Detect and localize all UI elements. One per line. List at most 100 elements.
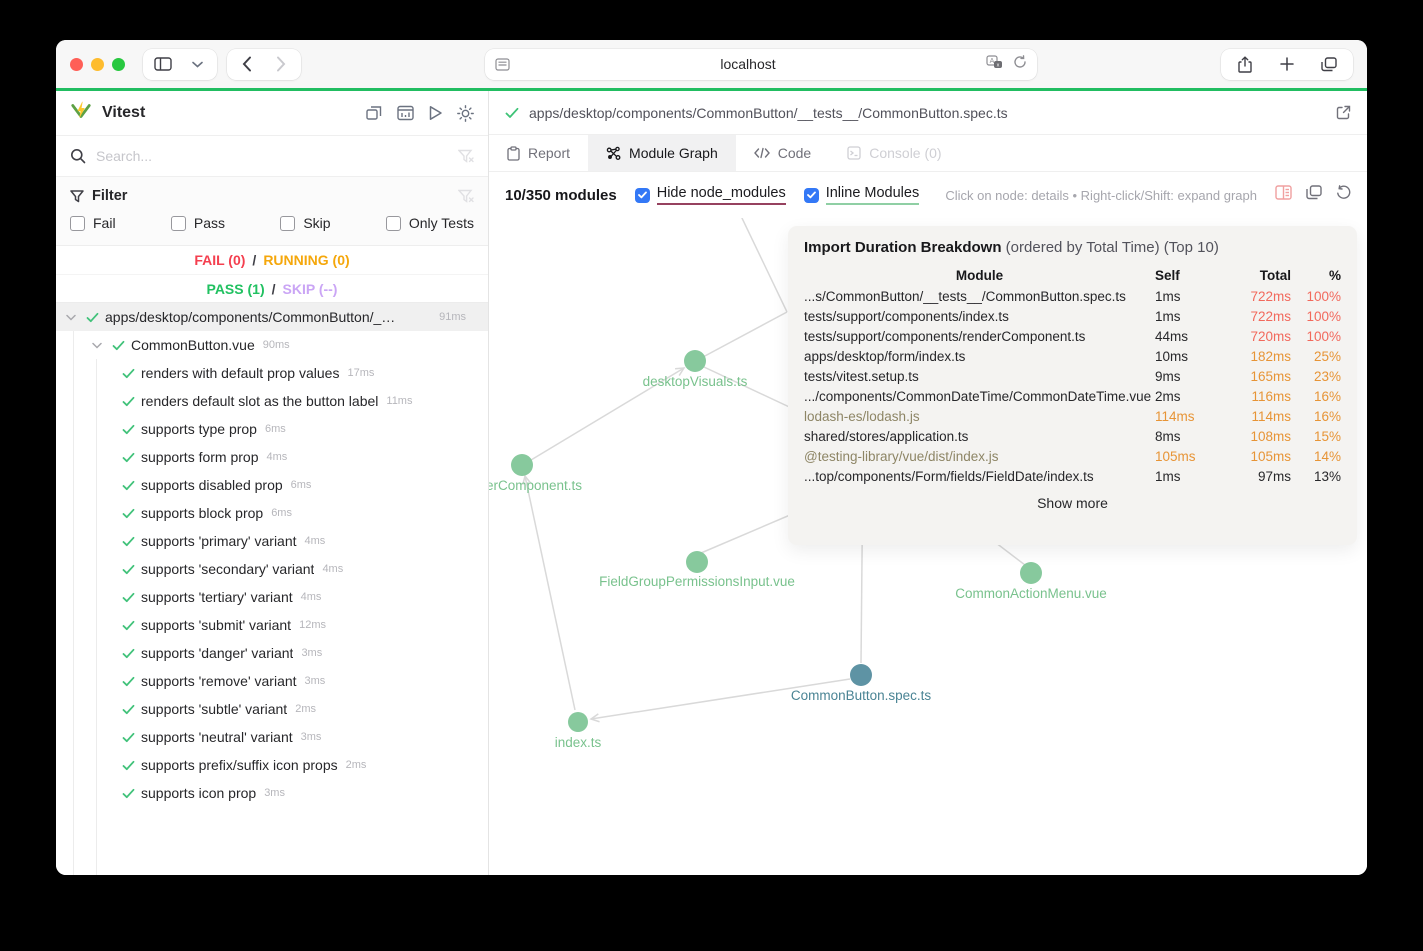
- import-duration-row[interactable]: lodash-es/lodash.js 114ms 114ms 16%: [804, 406, 1341, 426]
- test-tree-row[interactable]: supports form prop 4ms: [56, 443, 488, 471]
- graph-node[interactable]: [1020, 562, 1042, 584]
- test-tree-row[interactable]: supports 'tertiary' variant 4ms: [56, 583, 488, 611]
- test-duration: 3ms: [300, 731, 322, 743]
- test-tree-row[interactable]: supports block prop 6ms: [56, 499, 488, 527]
- graph-node-label[interactable]: erComponent.ts: [489, 478, 582, 493]
- test-tree-row[interactable]: CommonButton.vue 90ms: [56, 331, 488, 359]
- svg-text:A: A: [990, 58, 995, 65]
- forward-button[interactable]: [269, 52, 293, 76]
- import-duration-row[interactable]: tests/support/components/renderComponent…: [804, 326, 1341, 346]
- checkbox-checked-icon[interactable]: [634, 187, 650, 203]
- fail-count: FAIL (0): [194, 252, 246, 268]
- import-duration-row[interactable]: tests/support/components/index.ts 1ms 72…: [804, 306, 1341, 326]
- tab-module-graph[interactable]: Module Graph: [588, 135, 736, 171]
- import-duration-row[interactable]: apps/desktop/form/index.ts 10ms 182ms 25…: [804, 346, 1341, 366]
- test-tree-row[interactable]: renders with default prop values 17ms: [56, 359, 488, 387]
- module-graph-canvas[interactable]: desktopVisuals.ts erComponent.ts FieldGrou…: [489, 218, 1367, 875]
- graph-node[interactable]: [511, 454, 533, 476]
- import-duration-row[interactable]: shared/stores/application.ts 8ms 108ms 1…: [804, 426, 1341, 446]
- search-input[interactable]: [96, 148, 448, 164]
- import-duration-row[interactable]: ...s/CommonButton/__tests__/CommonButton…: [804, 286, 1341, 306]
- tab-console[interactable]: Console (0): [829, 135, 959, 171]
- page-icon[interactable]: [495, 57, 510, 71]
- tab-report[interactable]: Report: [489, 135, 588, 171]
- clear-filter-icon[interactable]: [458, 189, 474, 203]
- test-tree-row[interactable]: supports 'primary' variant 4ms: [56, 527, 488, 555]
- close-window-button[interactable]: [70, 57, 83, 71]
- address-bar[interactable]: localhost Ax: [485, 48, 1037, 80]
- reload-icon[interactable]: [1013, 54, 1027, 74]
- graph-node-label[interactable]: CommonActionMenu.vue: [955, 586, 1107, 601]
- collapse-tests-icon[interactable]: [366, 105, 383, 122]
- test-tree-row[interactable]: supports 'submit' variant 12ms: [56, 611, 488, 639]
- percent: 16%: [1313, 408, 1341, 424]
- import-duration-row[interactable]: ...top/components/Form/fields/FieldDate/…: [804, 466, 1341, 486]
- graph-node-label[interactable]: FieldGroupPermissionsInput.vue: [599, 574, 795, 589]
- duplicate-graph-icon[interactable]: [1306, 185, 1322, 205]
- chevron-down-icon[interactable]: [64, 314, 78, 321]
- checkbox-unchecked-icon[interactable]: [170, 215, 186, 231]
- filter-option[interactable]: Skip: [280, 215, 331, 231]
- dashboard-icon[interactable]: [397, 105, 414, 122]
- new-tab-icon[interactable]: [1275, 52, 1299, 76]
- checkbox-unchecked-icon[interactable]: [280, 215, 296, 231]
- test-tree-row[interactable]: renders default slot as the button label…: [56, 387, 488, 415]
- percent: 100%: [1306, 328, 1341, 344]
- toggle-sidebar-icon[interactable]: [151, 52, 175, 76]
- checkbox-unchecked-icon[interactable]: [70, 215, 85, 231]
- run-all-icon[interactable]: [428, 105, 443, 122]
- inline-modules-toggle[interactable]: Inline Modules: [803, 185, 920, 205]
- node-modules-list-icon[interactable]: [1275, 185, 1292, 205]
- tab-overview-icon[interactable]: [1317, 52, 1341, 76]
- test-tree-row[interactable]: supports icon prop 3ms: [56, 779, 488, 807]
- import-duration-row[interactable]: .../components/CommonDateTime/CommonDate…: [804, 386, 1341, 406]
- import-duration-row[interactable]: @testing-library/vue/dist/index.js 105ms…: [804, 446, 1341, 466]
- total-time: 182ms: [1250, 348, 1291, 364]
- total-time: 97ms: [1257, 468, 1291, 484]
- graph-node[interactable]: [684, 350, 706, 372]
- reset-graph-icon[interactable]: [1336, 185, 1351, 205]
- filter-option[interactable]: Only Tests: [385, 215, 474, 231]
- check-icon: [122, 536, 135, 547]
- hide-node-modules-toggle[interactable]: Hide node_modules: [634, 185, 786, 205]
- clear-search-filter-icon[interactable]: [458, 149, 474, 163]
- chevron-down-icon[interactable]: [90, 342, 104, 349]
- graph-node[interactable]: [850, 664, 872, 686]
- graph-node[interactable]: [686, 551, 708, 573]
- back-button[interactable]: [235, 52, 259, 76]
- test-tree-row[interactable]: supports 'neutral' variant 3ms: [56, 723, 488, 751]
- chevron-down-icon[interactable]: [185, 52, 209, 76]
- show-more-button[interactable]: Show more: [804, 495, 1341, 511]
- test-tree-row[interactable]: supports 'danger' variant 3ms: [56, 639, 488, 667]
- import-duration-row[interactable]: tests/vitest.setup.ts 9ms 165ms 23%: [804, 366, 1341, 386]
- filter-option[interactable]: Pass: [170, 215, 225, 231]
- graph-node-label[interactable]: index.ts: [555, 735, 602, 750]
- test-tree-row[interactable]: supports 'secondary' variant 4ms: [56, 555, 488, 583]
- test-tree-row[interactable]: apps/desktop/components/CommonButton/_… …: [56, 303, 488, 331]
- checkbox-checked-icon[interactable]: [803, 187, 819, 203]
- module-name: ...top/components/Form/fields/FieldDate/…: [804, 468, 1094, 484]
- zoom-window-button[interactable]: [112, 57, 125, 71]
- url-text[interactable]: localhost: [520, 56, 976, 72]
- window-actions: [1221, 48, 1353, 80]
- test-tree-row[interactable]: supports disabled prop 6ms: [56, 471, 488, 499]
- test-tree-row[interactable]: supports prefix/suffix icon props 2ms: [56, 751, 488, 779]
- tab-code[interactable]: Code: [736, 135, 829, 171]
- test-tree-row[interactable]: supports 'subtle' variant 2ms: [56, 695, 488, 723]
- test-tree-row[interactable]: supports 'remove' variant 3ms: [56, 667, 488, 695]
- share-icon[interactable]: [1233, 52, 1257, 76]
- import-duration-panel: Import Duration Breakdown (ordered by To…: [788, 226, 1357, 545]
- graph-node-label[interactable]: desktopVisuals.ts: [643, 374, 748, 389]
- checkbox-unchecked-icon[interactable]: [385, 215, 401, 231]
- test-tree-row[interactable]: supports type prop 6ms: [56, 415, 488, 443]
- graph-node[interactable]: [568, 712, 588, 732]
- minimize-window-button[interactable]: [91, 57, 104, 71]
- filter-option[interactable]: Fail: [70, 215, 116, 231]
- module-name: shared/stores/application.ts: [804, 428, 969, 444]
- browser-toolbar: localhost Ax: [56, 40, 1367, 88]
- modules-count: 10/350 modules: [505, 186, 617, 204]
- graph-node-label[interactable]: CommonButton.spec.ts: [791, 688, 932, 703]
- translate-icon[interactable]: Ax: [986, 54, 1003, 74]
- theme-toggle-icon[interactable]: [457, 104, 474, 122]
- open-in-editor-icon[interactable]: [1336, 105, 1351, 120]
